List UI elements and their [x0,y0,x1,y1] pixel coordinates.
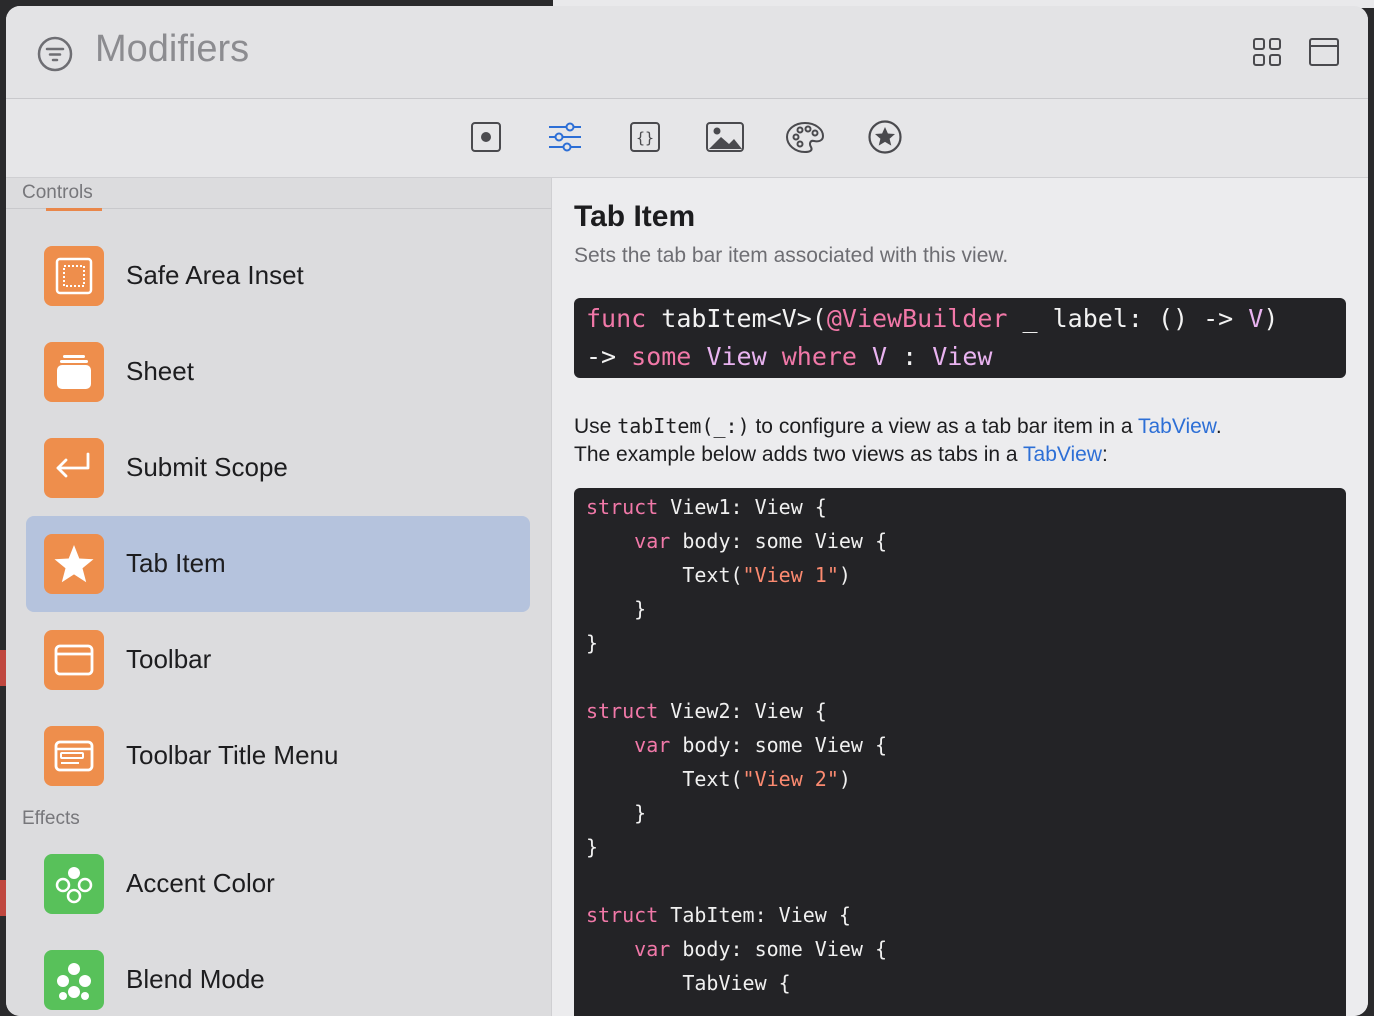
detail-pane: Tab Item Sets the tab bar item associate… [552,178,1368,1016]
star-icon [44,534,104,594]
code-token: var [634,733,671,757]
code-token: Text( [682,767,743,791]
sidebar-item-safe-area-inset[interactable]: Safe Area Inset [26,228,530,324]
window-title: Modifiers [95,28,250,70]
code-token: } [634,801,647,825]
code-token: View1: View { [658,495,827,519]
code-token: : [887,342,933,371]
category-toolbar: {} [6,99,1368,178]
code-token: View [706,342,767,371]
sidebar-item-toolbar[interactable]: Toolbar [26,612,530,708]
styles-category-button[interactable] [785,117,825,157]
description-text: . [1215,415,1222,438]
code-token: var [634,937,671,961]
record-icon [471,122,501,152]
description-text: The example below adds two views as tabs… [574,443,1024,466]
toolbar-icon [44,630,104,690]
sidebar-item-label: Accent Color [126,868,275,898]
star-circle-icon [868,120,902,154]
controls-category-button[interactable] [466,117,506,157]
images-category-button[interactable] [705,117,745,157]
return-icon [44,438,104,498]
code-token: -> [586,342,632,371]
code-token: var [634,529,671,553]
code-token: TabItem: View { [658,903,851,927]
section-header-controls: Controls [22,182,93,203]
favorites-category-button[interactable] [865,117,905,157]
code-token: body: some View { [670,733,888,757]
sidebar-item-label: Safe Area Inset [126,260,304,290]
detail-title: Tab Item [574,200,696,233]
sidebar-item-label: Submit Scope [126,452,288,482]
blend-mode-icon [44,950,104,1010]
code-token: func [586,304,647,333]
sidebar: Controls Safe Area Inset Sheet Submit Sc… [6,178,552,1016]
signature-code-block: func tabItem<V>(@ViewBuilder _ label: ()… [574,298,1346,378]
toolbar-title-menu-icon [44,726,104,786]
code-token: View [932,342,993,371]
safe-area-icon [44,246,104,306]
filter-menu-icon[interactable] [36,35,74,73]
palette-icon [785,121,825,154]
code-token: ) [838,563,851,587]
code-token: body: some View { [670,529,888,553]
braces-icon: {} [630,122,660,152]
sheet-icon [44,342,104,402]
sidebar-item-tab-item[interactable]: Tab Item [26,516,530,612]
sidebar-item-label: Tab Item [126,548,226,578]
code-token: tabItem<V>( [646,304,827,333]
sidebar-item-sheet[interactable]: Sheet [26,324,530,420]
inline-code: tabItem(_:) [617,414,750,438]
svg-text:{}: {} [636,129,654,147]
code-token: } [634,597,647,621]
sidebar-item-blend-mode[interactable]: Blend Mode [26,932,530,1016]
photo-icon [706,122,744,152]
detail-subtitle: Sets the tab bar item associated with th… [574,244,1009,267]
sidebar-item-submit-scope[interactable]: Submit Scope [26,420,530,516]
code-token: TabView { [682,971,791,995]
code-token: } [586,835,599,859]
grid-view-icon[interactable] [1251,36,1283,68]
sidebar-item-label: Sheet [126,356,194,386]
code-token: @ViewBuilder [826,304,1008,333]
detail-description: Use tabItem(_:) to configure a view as a… [574,412,1354,469]
sidebar-item-toolbar-title-menu[interactable]: Toolbar Title Menu [26,708,530,804]
section-divider-accent [46,208,102,211]
app-window: Modifiers {} Controls Safe Area Inset Sh… [6,6,1368,1016]
code-token: body: some View { [670,937,888,961]
code-token: "View 1" [742,563,839,587]
code-token: "View 2" [742,767,839,791]
code-token: where [781,342,857,371]
modifiers-category-button[interactable] [545,117,585,157]
sidebar-item-label: Blend Mode [126,964,265,994]
code-token: } [586,631,599,655]
code-token: V [1248,304,1264,333]
description-text: : [1102,443,1108,466]
code-token: some [631,342,692,371]
code-token: V [872,342,888,371]
section-header-effects: Effects [22,808,80,829]
code-token: struct [586,903,659,927]
example-code-block: struct View1: View { var body: some View… [574,488,1346,1016]
sidebar-item-accent-color[interactable]: Accent Color [26,836,530,932]
code-token: ) [1263,304,1279,333]
description-text: to configure a view as a tab bar item in… [749,415,1138,438]
code-token: _ label: () -> [1007,304,1249,333]
tabview-link[interactable]: TabView [1138,415,1216,438]
code-token: struct [586,495,659,519]
tabview-link[interactable]: TabView [1023,443,1102,466]
code-token: View2: View { [658,699,827,723]
description-text: Use [574,415,618,438]
code-category-button[interactable]: {} [625,117,665,157]
code-token: ) [838,767,851,791]
window-layout-icon[interactable] [1308,36,1340,68]
accent-color-icon [44,854,104,914]
sidebar-item-label: Toolbar [126,644,212,674]
sidebar-item-label: Toolbar Title Menu [126,740,339,770]
sliders-icon [549,122,581,152]
code-token: Text( [682,563,743,587]
title-bar: Modifiers [6,6,1368,99]
code-token: struct [586,699,659,723]
